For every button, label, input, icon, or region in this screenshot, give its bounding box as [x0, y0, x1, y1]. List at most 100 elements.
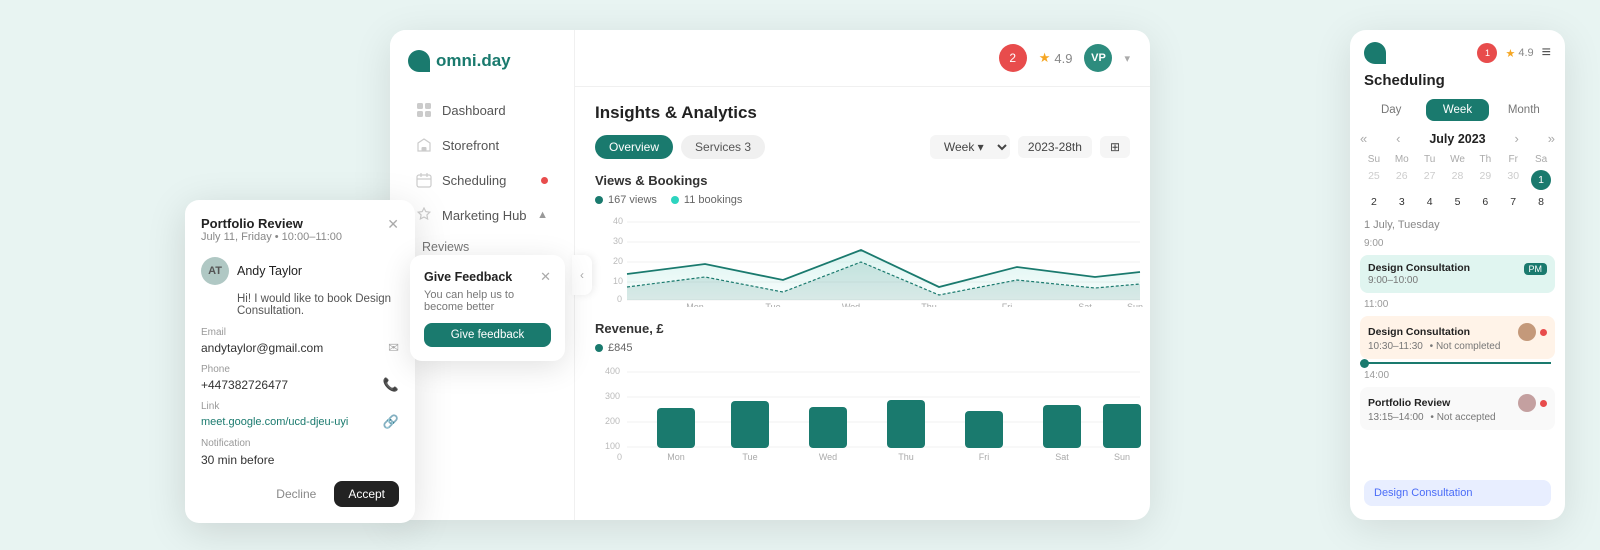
modal-actions: Decline Accept	[201, 481, 399, 507]
modal-phone-field: Phone +447382726477 📞	[201, 364, 399, 393]
cal-cell-28[interactable]: 28	[1444, 167, 1472, 193]
logo-icon	[408, 50, 430, 72]
sched-tab-month[interactable]: Month	[1493, 99, 1555, 121]
date-filter[interactable]: 2023-28th	[1018, 136, 1092, 158]
modal-message: Hi! I would like to book Design Consulta…	[201, 293, 399, 317]
entry1-time: 9:00–10:00	[1368, 275, 1547, 286]
sched-entry-1[interactable]: Design Consultation PM 9:00–10:00	[1360, 255, 1555, 293]
cal-row-1: 25 26 27 28 29 30 1	[1360, 167, 1555, 193]
cal-cell-29[interactable]: 29	[1471, 167, 1499, 193]
analytics-title: Insights & Analytics	[595, 103, 1130, 123]
cal-prev-prev[interactable]: «	[1360, 131, 1367, 146]
sched-topbar: 1 ★ 4.9 ≡	[1350, 30, 1565, 72]
entry1-title: Design Consultation	[1368, 262, 1470, 274]
cal-header-mo: Mo	[1388, 152, 1416, 167]
cal-cell-26[interactable]: 26	[1388, 167, 1416, 193]
sidebar-item-dashboard[interactable]: Dashboard	[398, 93, 566, 127]
sched-rating: ★ 4.9	[1505, 47, 1533, 60]
cal-cell-8[interactable]: 8	[1527, 193, 1555, 211]
sched-menu-button[interactable]: ≡	[1542, 44, 1551, 62]
phone-label: Phone	[201, 364, 399, 375]
cal-cell-27[interactable]: 27	[1416, 167, 1444, 193]
views-bookings-section: Views & Bookings 167 views 11 bookings 4…	[595, 173, 1130, 307]
feedback-popup: Give Feedback ✕ You can help us to becom…	[410, 255, 565, 361]
feedback-close-button[interactable]: ✕	[540, 269, 551, 285]
modal-title: Portfolio Review	[201, 216, 342, 231]
analytics-area: Insights & Analytics Overview Services 3…	[575, 87, 1150, 495]
tab-services[interactable]: Services 3	[681, 135, 765, 159]
cal-cell-5[interactable]: 5	[1444, 193, 1472, 211]
scheduling-dot	[541, 177, 548, 184]
sched-bottom-bar: Design Consultation	[1364, 480, 1551, 506]
legend-bookings-dot	[671, 196, 679, 204]
svg-text:0: 0	[617, 452, 622, 462]
cal-next[interactable]: ›	[1515, 131, 1519, 146]
sched-consultation-bar[interactable]: Design Consultation	[1364, 480, 1551, 506]
sched-title: Scheduling	[1350, 72, 1565, 99]
notification-bell[interactable]: 2	[999, 44, 1027, 72]
entry1-row: Design Consultation PM	[1368, 262, 1547, 275]
modal-user-avatar: AT	[201, 257, 229, 285]
user-menu-chevron[interactable]: ▾	[1124, 52, 1130, 65]
entry1-pm-badge: PM	[1524, 263, 1548, 275]
cal-next-next[interactable]: »	[1548, 131, 1555, 146]
cal-cell-3[interactable]: 3	[1388, 193, 1416, 211]
svg-text:Tue: Tue	[765, 302, 780, 307]
cal-cell-4[interactable]: 4	[1416, 193, 1444, 211]
cal-header-we: We	[1444, 152, 1472, 167]
svg-text:20: 20	[613, 256, 623, 266]
entry2-red-dot	[1540, 329, 1547, 336]
user-initials: VP	[1091, 52, 1106, 64]
link-value[interactable]: meet.google.com/ucd-djeu-uyi	[201, 416, 348, 428]
give-feedback-button[interactable]: Give feedback	[424, 323, 551, 347]
cal-cell-7[interactable]: 7	[1499, 193, 1527, 211]
sched-entry-2[interactable]: Design Consultation 10:30–11:30 • Not co…	[1360, 316, 1555, 359]
sidebar-item-scheduling[interactable]: Scheduling	[398, 163, 566, 197]
cal-cell-6[interactable]: 6	[1471, 193, 1499, 211]
notification-value: 30 min before	[201, 453, 274, 467]
cal-header-fr: Fr	[1499, 152, 1527, 167]
sched-tab-day[interactable]: Day	[1360, 99, 1422, 121]
cal-cell-25[interactable]: 25	[1360, 167, 1388, 193]
feedback-description: You can help us to become better	[424, 289, 551, 313]
modal-user-name: Andy Taylor	[237, 264, 302, 278]
sched-tab-week[interactable]: Week	[1426, 99, 1488, 121]
cal-header: Su Mo Tu We Th Fr Sa	[1360, 152, 1555, 167]
cal-header-sa: Sa	[1527, 152, 1555, 167]
svg-text:Tue: Tue	[742, 452, 757, 462]
sched-entry-3[interactable]: Portfolio Review 13:15–14:00 • Not accep…	[1360, 387, 1555, 430]
sidebar-item-storefront[interactable]: Storefront	[398, 128, 566, 162]
user-avatar[interactable]: VP	[1084, 44, 1112, 72]
calendar-icon-btn[interactable]: ⊞	[1100, 136, 1130, 158]
svg-text:30: 30	[613, 236, 623, 246]
legend-revenue: £845	[595, 342, 632, 354]
sidebar-collapse-button[interactable]: ‹	[572, 255, 592, 295]
sched-notification-bell[interactable]: 1	[1477, 43, 1497, 63]
sidebar-item-marketing[interactable]: Marketing Hub ▲	[398, 198, 566, 232]
svg-text:Wed: Wed	[819, 452, 837, 462]
sched-rating-value: 4.9	[1518, 47, 1533, 59]
sidebar-dashboard-label: Dashboard	[442, 103, 506, 118]
legend-bookings: 11 bookings	[671, 194, 743, 206]
legend-revenue-text: £845	[608, 342, 632, 354]
accept-button[interactable]: Accept	[334, 481, 399, 507]
cal-prev[interactable]: ‹	[1396, 131, 1400, 146]
modal-close-button[interactable]: ✕	[387, 216, 399, 233]
sched-star-icon: ★	[1505, 47, 1515, 60]
modal-header: Portfolio Review July 11, Friday • 10:00…	[201, 216, 399, 253]
week-filter[interactable]: Week ▾	[930, 135, 1010, 159]
modal-user-initials: AT	[208, 265, 222, 277]
svg-text:40: 40	[613, 216, 623, 226]
email-value: andytaylor@gmail.com	[201, 341, 323, 355]
tabs-right-filters: Week ▾ 2023-28th ⊞	[930, 135, 1130, 159]
decline-button[interactable]: Decline	[266, 481, 326, 507]
svg-text:Fri: Fri	[979, 452, 990, 462]
tab-overview[interactable]: Overview	[595, 135, 673, 159]
cal-cell-1[interactable]: 1	[1527, 167, 1555, 193]
cal-cell-30[interactable]: 30	[1499, 167, 1527, 193]
svg-text:300: 300	[605, 391, 620, 401]
cal-cell-2[interactable]: 2	[1360, 193, 1388, 211]
legend-views-dot	[595, 196, 603, 204]
views-chart: 40 30 20 10 0	[595, 212, 1130, 307]
time-label-14: 14:00	[1350, 367, 1565, 384]
